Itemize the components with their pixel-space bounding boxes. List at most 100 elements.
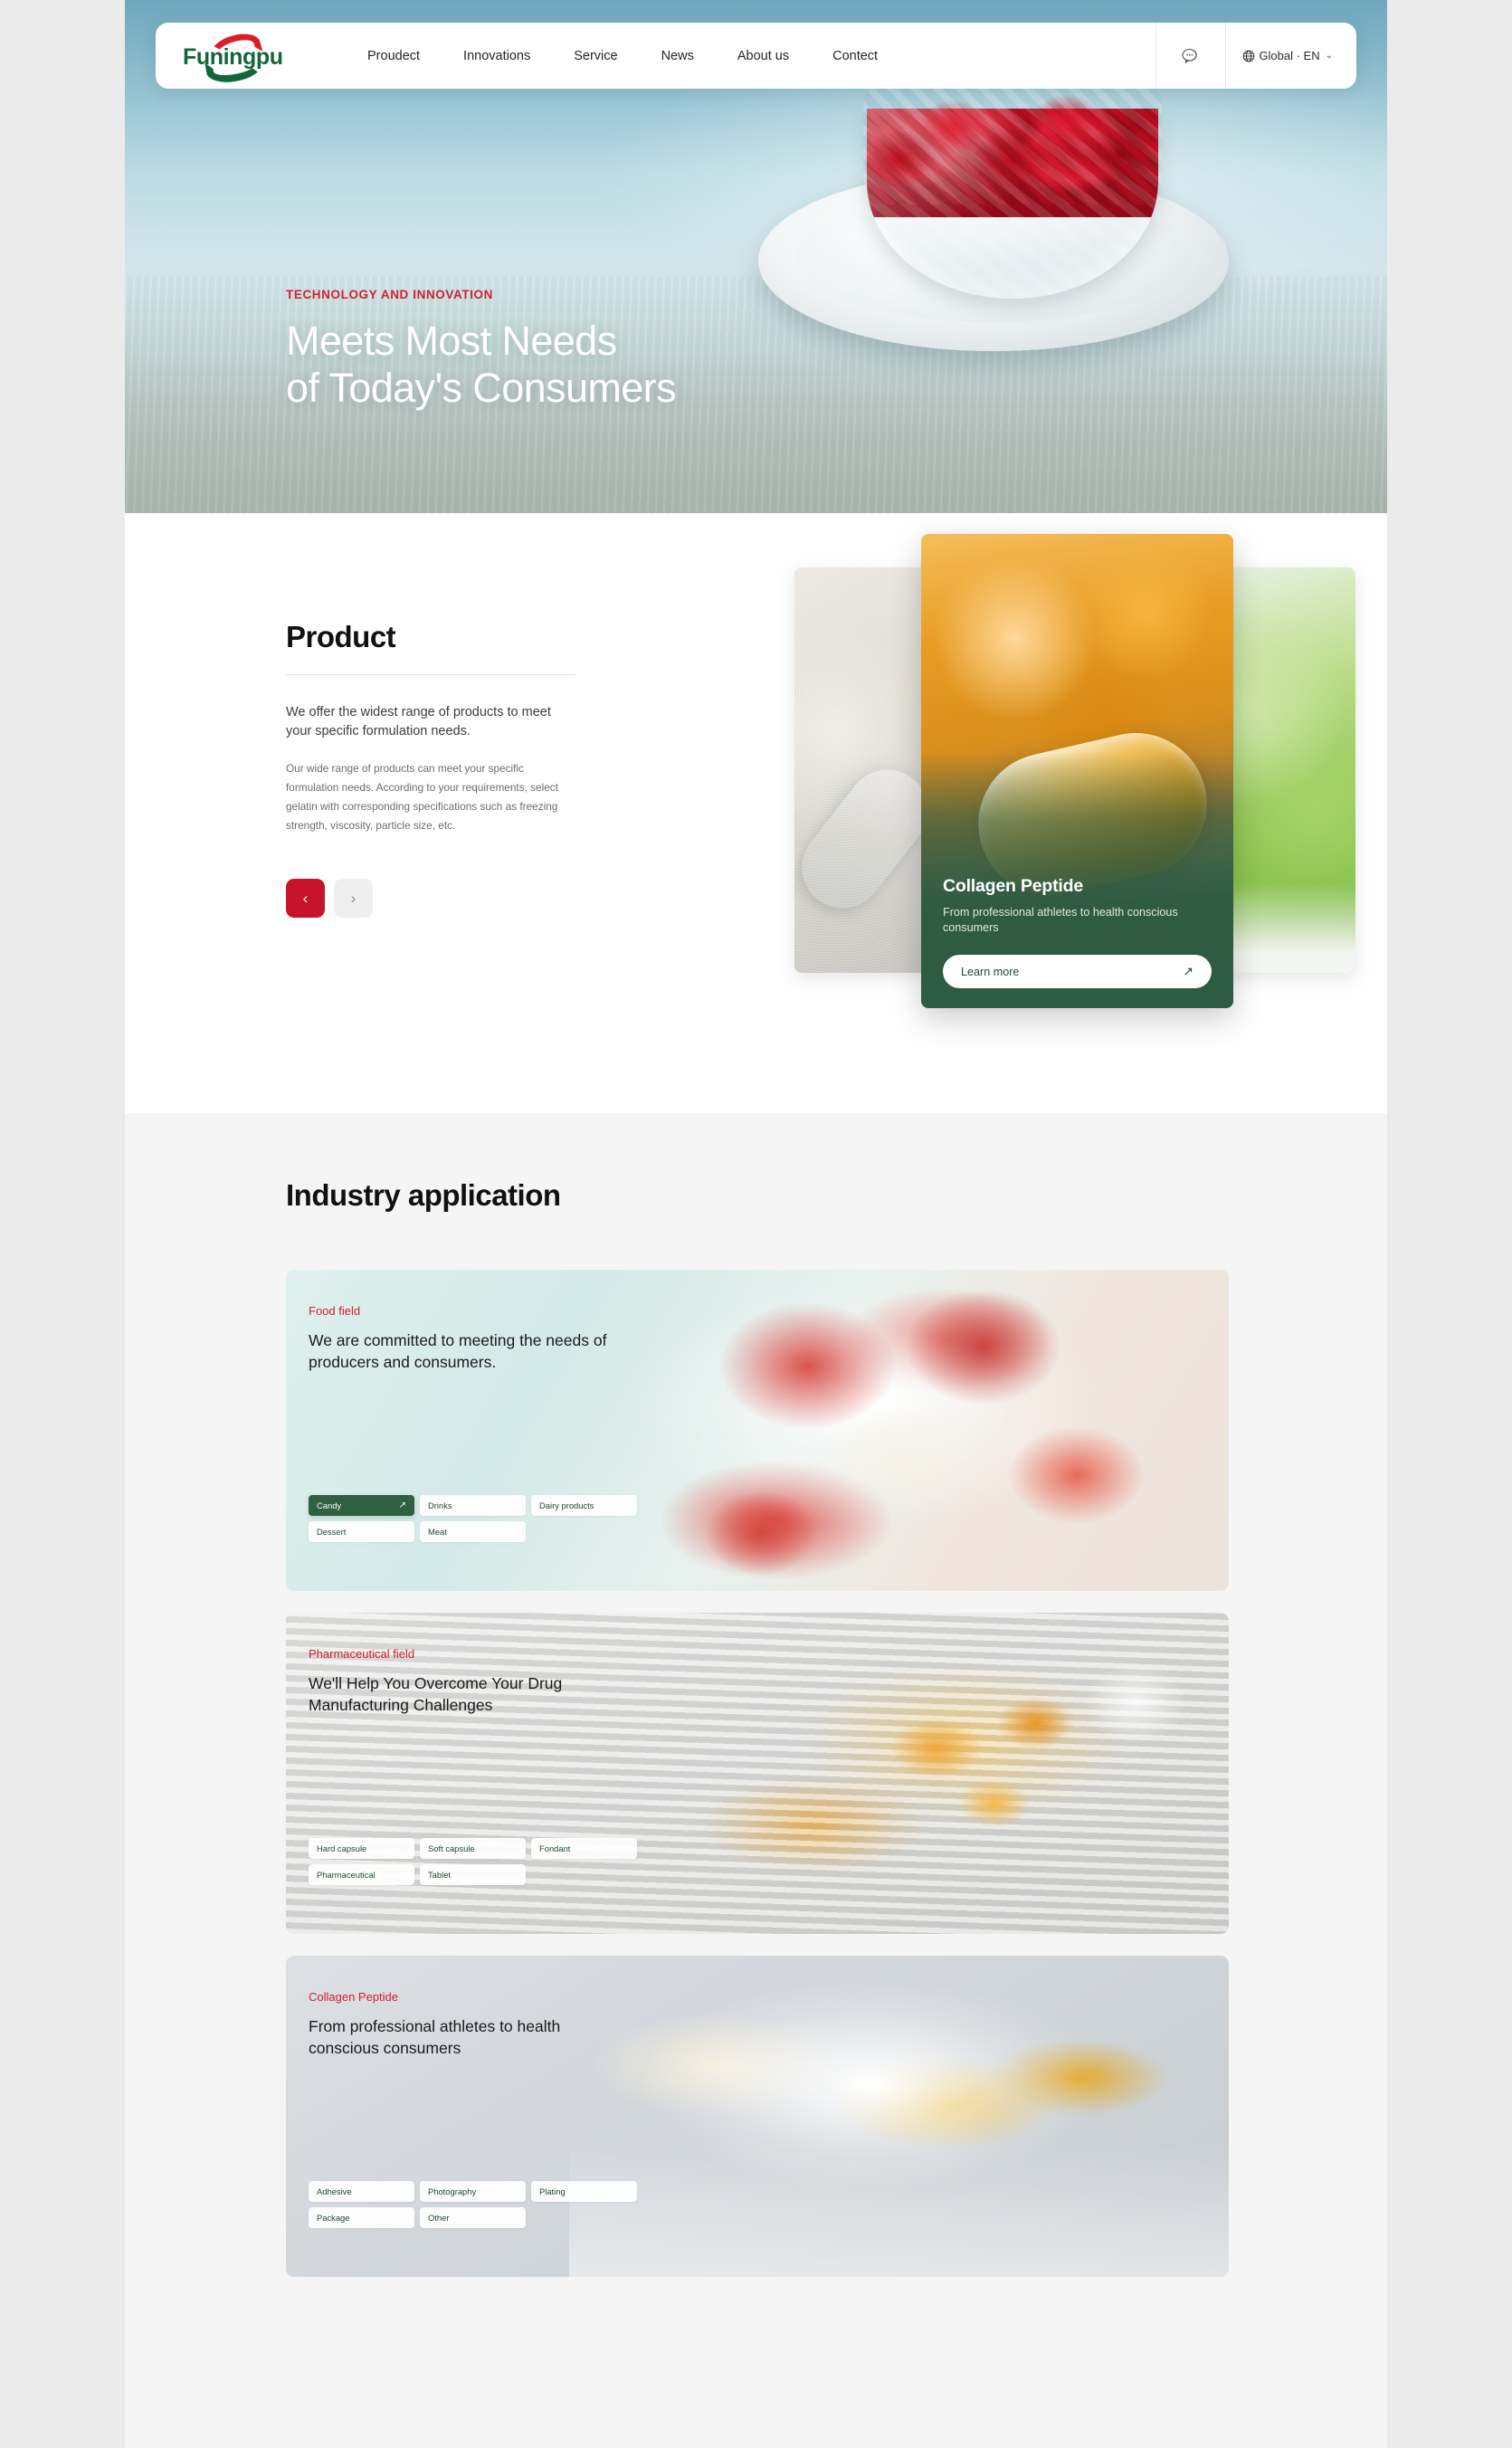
chip-row-2: Pharmaceutical Tablet: [309, 1864, 743, 1885]
card-body: Pharmaceutical field We'll Help You Over…: [309, 1647, 1206, 1717]
industry-card-pharmaceutical[interactable]: Pharmaceutical field We'll Help You Over…: [286, 1613, 1229, 1934]
chip-other[interactable]: Other: [420, 2207, 526, 2228]
product-section: Product We offer the widest range of pro…: [125, 513, 1387, 1113]
chip-plating[interactable]: Plating: [531, 2181, 637, 2202]
industry-card-list: Food field We are committed to meeting t…: [286, 1270, 1229, 2277]
chip-package[interactable]: Package: [309, 2207, 414, 2228]
chip-fondant[interactable]: Fondant: [531, 1838, 637, 1859]
hero-title-line-1: Meets Most Needs: [286, 318, 617, 364]
product-lead-text: We offer the widest range of products to…: [286, 705, 551, 739]
card-heading: We'll Help You Overcome Your Drug Manufa…: [309, 1674, 563, 1714]
chip-row-1: Hard capsule Soft capsule Fondant: [309, 1838, 743, 1859]
carousel-slide-previous[interactable]: [794, 567, 930, 973]
card-kicker: Food field: [309, 1304, 361, 1318]
arrow-up-right-icon: ↗: [1183, 964, 1193, 978]
nav-right-group: Global · EN ⌄: [1155, 23, 1356, 89]
chip-photography[interactable]: Photography: [420, 2181, 526, 2202]
chip-label: Pharmaceutical: [317, 1870, 376, 1880]
card-heading: We are committed to meeting the needs of…: [309, 1331, 607, 1371]
card-kicker: Collagen Peptide: [309, 1990, 399, 2004]
hero-title: Meets Most Needs of Today's Consumers: [286, 318, 677, 412]
card-kicker: Pharmaceutical field: [309, 1647, 415, 1661]
hero-eyebrow: TECHNOLOGY AND INNOVATION: [286, 288, 494, 301]
card-body: Food field We are committed to meeting t…: [309, 1304, 1206, 1374]
chip-candy[interactable]: Candy ↗: [309, 1495, 414, 1516]
card-chip-group: Adhesive Photography Plating Package Oth…: [309, 2181, 743, 2234]
chip-label: Dairy products: [539, 1500, 594, 1510]
chip-row-1: Adhesive Photography Plating: [309, 2181, 743, 2202]
nav-link-service[interactable]: Service: [572, 43, 619, 69]
chip-label: Photography: [428, 2186, 477, 2196]
carousel-next-button[interactable]: ›: [334, 878, 373, 918]
nav-link-proudect[interactable]: Proudect: [366, 43, 422, 69]
chip-label: Meat: [428, 1527, 447, 1537]
chip-tablet[interactable]: Tablet: [420, 1864, 526, 1885]
chat-button[interactable]: [1156, 23, 1225, 89]
brand-logo[interactable]: Funingpu: [156, 28, 346, 86]
chip-label: Adhesive: [317, 2186, 352, 2196]
logo-wordmark: Funingpu: [183, 43, 283, 70]
carousel-controls: ‹ ›: [286, 878, 575, 918]
card-chip-group: Candy ↗ Drinks Dairy products Dessert Me…: [309, 1495, 743, 1548]
carousel-slide-next[interactable]: [1220, 567, 1355, 973]
carousel-slide-active[interactable]: Collagen Peptide From professional athle…: [921, 534, 1233, 1008]
learn-more-button[interactable]: Learn more ↗: [943, 955, 1212, 988]
chip-meat[interactable]: Meat: [420, 1521, 526, 1542]
product-carousel: Collagen Peptide From professional athle…: [794, 513, 1355, 1113]
chip-row-2: Package Other: [309, 2207, 743, 2228]
chip-label: Tablet: [428, 1870, 452, 1880]
carousel-prev-button[interactable]: ‹: [286, 878, 325, 918]
chip-dairy-products[interactable]: Dairy products: [531, 1495, 637, 1516]
chip-row-1: Candy ↗ Drinks Dairy products: [309, 1495, 743, 1516]
product-body-text: Our wide range of products can meet your…: [286, 761, 558, 832]
industry-application-section: Industry application Food field We are c…: [125, 1113, 1387, 2448]
chip-adhesive[interactable]: Adhesive: [309, 2181, 414, 2202]
card-chip-group: Hard capsule Soft capsule Fondant Pharma…: [309, 1838, 743, 1891]
chip-row-2: Dessert Meat: [309, 1521, 743, 1542]
top-navigation-bar: Funingpu Proudect Innovations Service Ne…: [156, 23, 1356, 89]
language-selector[interactable]: Global · EN ⌄: [1226, 23, 1356, 89]
chevron-down-icon: ⌄: [1325, 51, 1333, 61]
product-text-column: Product We offer the widest range of pro…: [286, 620, 575, 918]
chip-hard-capsule[interactable]: Hard capsule: [309, 1838, 414, 1859]
product-heading: Product: [286, 620, 396, 653]
chat-bubble-icon: [1182, 48, 1197, 63]
chip-dessert[interactable]: Dessert: [309, 1521, 414, 1542]
chip-label: Hard capsule: [317, 1843, 367, 1853]
slide-title: Collagen Peptide: [943, 876, 1083, 897]
nav-link-about-us[interactable]: About us: [736, 43, 791, 69]
slide-content: Collagen Peptide From professional athle…: [921, 876, 1233, 1008]
page-container: Funingpu Proudect Innovations Service Ne…: [125, 0, 1387, 2448]
language-label: Global · EN: [1259, 49, 1320, 62]
hero-copy: TECHNOLOGY AND INNOVATION Meets Most Nee…: [286, 288, 677, 412]
chip-pharmaceutical[interactable]: Pharmaceutical: [309, 1864, 414, 1885]
nav-link-news[interactable]: News: [660, 43, 696, 69]
chip-label: Candy: [317, 1500, 342, 1510]
learn-more-label: Learn more: [961, 965, 1020, 978]
product-divider: [286, 674, 575, 675]
industry-card-food[interactable]: Food field We are committed to meeting t…: [286, 1270, 1229, 1591]
chip-label: Package: [317, 2213, 350, 2223]
industry-card-collagen-peptide[interactable]: Collagen Peptide From professional athle…: [286, 1956, 1229, 2277]
industry-heading: Industry application: [286, 1178, 561, 1212]
card-heading: From professional athletes to health con…: [309, 2017, 561, 2057]
chip-label: Dessert: [317, 1527, 347, 1537]
chip-label: Plating: [539, 2186, 566, 2196]
chip-label: Fondant: [539, 1843, 571, 1853]
chip-label: Other: [428, 2213, 450, 2223]
globe-icon: [1243, 50, 1255, 62]
chip-drinks[interactable]: Drinks: [420, 1495, 526, 1516]
green-gummies-image: [1220, 567, 1355, 973]
chip-label: Drinks: [428, 1500, 452, 1510]
gelatin-powder-image: [794, 567, 930, 973]
chip-label: Soft capsule: [428, 1843, 475, 1853]
arrow-up-right-icon: ↗: [398, 1500, 406, 1510]
hero-title-line-2: of Today's Consumers: [286, 365, 677, 412]
nav-links: Proudect Innovations Service News About …: [346, 43, 1155, 69]
hero-jelly-cubes-image: [863, 87, 1162, 205]
nav-link-contect[interactable]: Contect: [831, 43, 880, 69]
chip-soft-capsule[interactable]: Soft capsule: [420, 1838, 526, 1859]
card-body: Collagen Peptide From professional athle…: [309, 1990, 1206, 2060]
hero-banner: Funingpu Proudect Innovations Service Ne…: [125, 0, 1387, 513]
nav-link-innovations[interactable]: Innovations: [461, 43, 532, 69]
